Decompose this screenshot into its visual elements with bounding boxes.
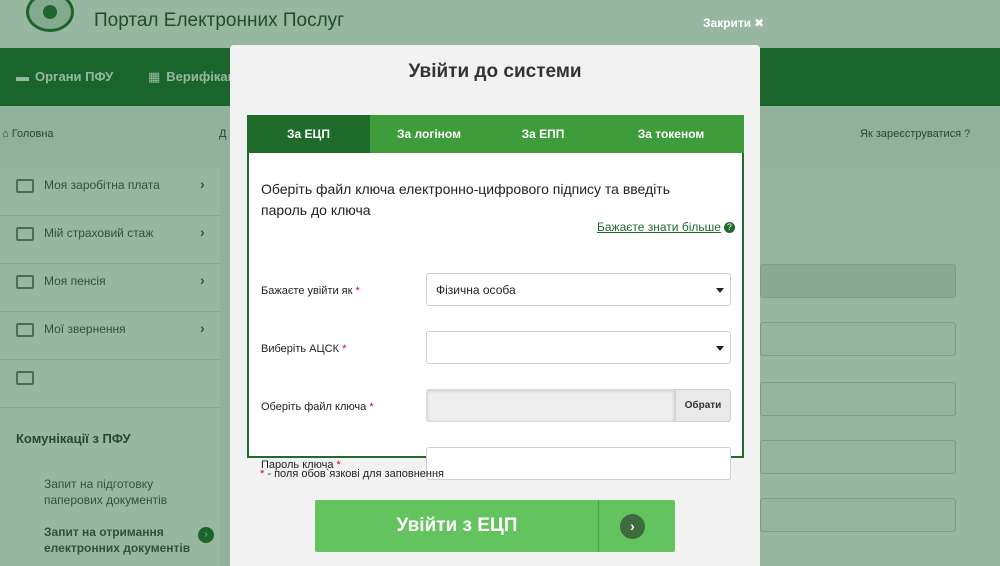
required-mark: *	[355, 285, 360, 297]
login-as-label-text: Бажаєте увійти як	[261, 285, 353, 297]
caret-down-icon	[716, 288, 724, 293]
login-as-select[interactable]: Фізична особа	[426, 273, 731, 306]
ecp-form-panel: Оберіть файл ключа електронно-цифрового …	[247, 153, 744, 480]
form-instructions: Оберіть файл ключа електронно-цифрового …	[261, 181, 671, 218]
choose-file-button[interactable]: Обрати	[675, 389, 731, 422]
learn-more-label: Бажаєте знати більше	[597, 220, 721, 234]
tab-epp[interactable]: За ЕПП	[488, 115, 598, 153]
key-file-label-text: Оберіть файл ключа	[261, 401, 367, 413]
tab-token[interactable]: За токеном	[598, 115, 744, 153]
login-modal: Увійти до системи За ЕЦП За логіном За Е…	[230, 45, 760, 566]
required-note: * - поля обов`язкові для заповнення	[260, 468, 444, 480]
arrow-right-icon: ›	[620, 514, 645, 539]
tab-ecp[interactable]: За ЕЦП	[247, 115, 370, 153]
close-button-label: Закрити	[703, 16, 752, 30]
acsk-select[interactable]	[426, 331, 731, 364]
required-mark: *	[342, 343, 347, 355]
login-method-tabs: За ЕЦП За логіном За ЕПП За токеном	[247, 115, 744, 153]
help-icon: ?	[723, 222, 735, 234]
close-button[interactable]: Закрити ✖	[703, 16, 764, 30]
required-mark: *	[260, 468, 265, 480]
button-divider	[598, 500, 599, 552]
required-mark: *	[369, 401, 374, 413]
caret-down-icon	[716, 346, 724, 351]
login-as-selected-value: Фізична особа	[436, 283, 516, 297]
modal-title: Увійти до системи	[408, 61, 582, 82]
required-note-text: - поля обов`язкові для заповнення	[267, 468, 444, 480]
login-as-label: Бажаєте увійти як *	[261, 285, 360, 297]
acsk-label-text: Виберіть АЦСК	[261, 343, 339, 355]
close-icon: ✖	[754, 16, 765, 30]
key-password-input[interactable]	[426, 447, 731, 480]
tab-login[interactable]: За логіном	[370, 115, 488, 153]
login-ecp-button-label: Увійти з ЕЦП	[396, 515, 518, 536]
acsk-label: Виберіть АЦСК *	[261, 343, 346, 355]
key-file-label: Оберіть файл ключа *	[261, 401, 374, 413]
learn-more-link[interactable]: Бажаєте знати більше?	[597, 220, 735, 234]
login-ecp-button[interactable]: Увійти з ЕЦП ›	[315, 500, 675, 552]
key-file-field[interactable]	[426, 389, 675, 422]
